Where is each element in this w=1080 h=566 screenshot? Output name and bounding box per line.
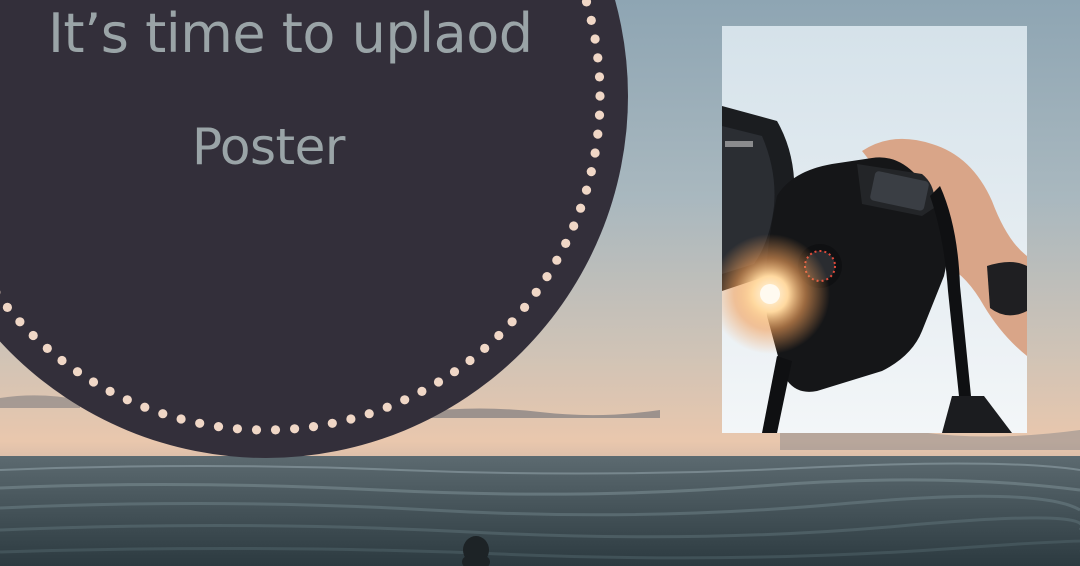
border-dot [308,422,319,432]
camera-photo [722,26,1027,433]
border-dot [594,110,605,120]
camera-icon [722,26,1027,433]
border-dot [465,355,475,366]
poster-title-line2: Poster [192,118,345,176]
border-dot [552,255,562,265]
border-dot [581,185,592,195]
border-dot [590,148,600,158]
border-dot [105,386,115,396]
border-dot [586,167,596,177]
border-dot [586,15,596,25]
border-dot [213,422,224,432]
border-dot [158,409,168,419]
border-dot [520,302,530,312]
poster-title-line1: It’s time to uplaod [48,2,533,65]
border-dot [232,424,242,434]
border-dot [576,203,586,213]
border-dot [433,377,444,387]
border-dot [88,377,99,387]
border-dot [593,129,603,139]
border-dot [28,330,38,341]
border-dot [2,302,12,312]
border-dot [290,424,300,434]
border-dot [561,238,571,248]
poster-canvas: It’s time to uplaod Poster [0,0,1080,566]
border-dot [507,317,517,327]
border-dot [494,330,504,341]
border-dot [72,367,83,377]
border-dot [346,414,356,424]
border-dot [400,395,410,405]
border-dot [417,386,427,396]
border-dot [140,402,150,412]
border-dot [594,72,605,82]
circle-background [0,0,628,458]
border-dot [590,34,600,44]
border-dot [364,409,374,419]
border-dot [122,395,132,405]
border-dot [251,425,262,435]
border-dot [480,343,490,353]
border-dot [382,402,392,412]
border-dot [531,287,541,297]
border-dot [569,221,579,231]
border-dot [15,317,25,327]
border-dot [593,53,603,63]
border-dot [595,91,605,101]
border-dot [270,425,281,435]
border-dot [42,343,52,353]
border-dot [176,414,186,424]
border-dot [327,418,337,428]
border-dot [57,355,67,366]
border-dot [449,367,460,377]
border-dot [542,272,552,282]
border-dot [195,418,205,428]
